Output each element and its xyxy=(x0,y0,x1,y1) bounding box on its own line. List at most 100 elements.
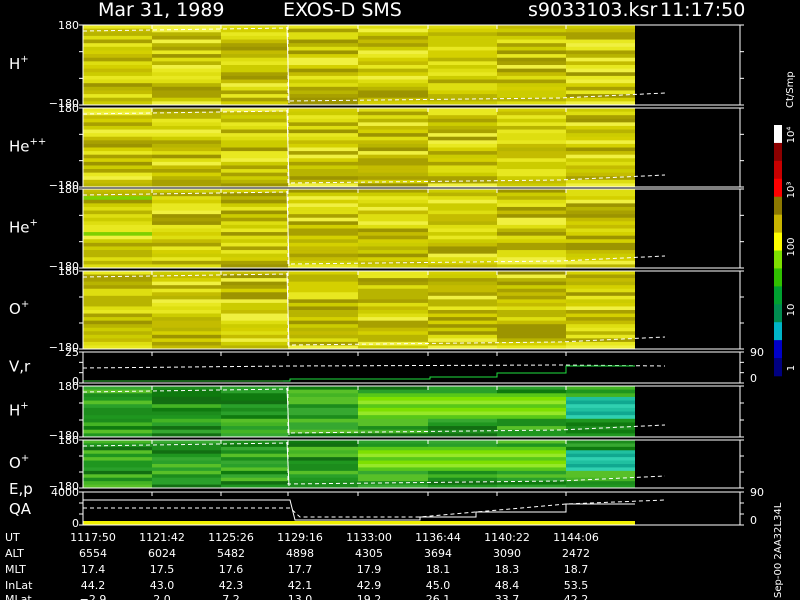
heatmap-cell xyxy=(83,285,152,290)
heatmap-cell xyxy=(497,396,566,401)
colorbar-swatch xyxy=(774,196,782,215)
heatmap-cell xyxy=(288,68,358,73)
heatmap-cell xyxy=(83,386,152,391)
heatmap-cell xyxy=(83,125,152,130)
heatmap-cell xyxy=(428,415,497,420)
heatmap-cell xyxy=(83,169,152,174)
heatmap-cell xyxy=(497,281,566,286)
heatmap-cell xyxy=(221,313,288,318)
heatmap-cell xyxy=(288,460,358,465)
heatmap-cell xyxy=(288,199,358,204)
colorbar: 1 10 100 10³ 10⁴ xyxy=(774,125,797,377)
heatmap-cell xyxy=(428,122,497,127)
heatmap-cell xyxy=(566,35,635,40)
heatmap-cell xyxy=(221,140,288,145)
heatmap-cell xyxy=(497,407,566,412)
heatmap-cell xyxy=(83,189,152,193)
heatmap-cell xyxy=(83,426,152,431)
heatmap-cell xyxy=(288,407,358,412)
heatmap-cell xyxy=(83,404,152,409)
heatmap-cell xyxy=(358,396,428,401)
heatmap-cell xyxy=(428,86,497,91)
heatmap-cell xyxy=(497,310,566,314)
heatmap-cell xyxy=(566,189,635,193)
heatmap-cell xyxy=(497,292,566,297)
heatmap-cell xyxy=(152,341,221,346)
heatmap-cell xyxy=(288,232,358,237)
heatmap-cell xyxy=(83,299,152,304)
heatmap-cell xyxy=(221,228,288,233)
heatmap-cell xyxy=(83,460,152,465)
heatmap-cell xyxy=(221,61,288,66)
heatmap-cell xyxy=(83,179,152,184)
heatmap-cell xyxy=(358,28,428,33)
y-top-label: 180 xyxy=(58,19,79,32)
heatmap-cell xyxy=(497,393,566,398)
heatmap-cell xyxy=(83,129,152,134)
heatmap-cell xyxy=(497,129,566,134)
heatmap-cell xyxy=(83,83,152,88)
heatmap-cell xyxy=(152,90,221,95)
heatmap-cell xyxy=(288,341,358,346)
heatmap-cell xyxy=(83,313,152,318)
heatmap-cell xyxy=(288,122,358,127)
heatmap-cell xyxy=(288,288,358,293)
heatmap-cell xyxy=(288,158,358,163)
heatmap-cell xyxy=(497,83,566,88)
heatmap-cell xyxy=(152,331,221,336)
heatmap-cell xyxy=(221,429,288,434)
heatmap-cell xyxy=(288,111,358,116)
heatmap-cell xyxy=(428,327,497,332)
heatmap-cell xyxy=(288,46,358,51)
heatmap-cell xyxy=(83,214,152,219)
heatmap-cell xyxy=(428,39,497,44)
heatmap-cell xyxy=(288,422,358,427)
heatmap-cell xyxy=(221,422,288,427)
colorbar-swatch xyxy=(774,322,782,341)
heatmap-cell xyxy=(152,464,221,468)
heatmap-cell xyxy=(497,203,566,208)
heatmap-cell xyxy=(497,118,566,123)
heatmap-cell xyxy=(566,25,635,30)
heatmap-cell xyxy=(428,313,497,318)
colorbar-tick-label: 1 xyxy=(786,365,797,371)
heatmap-cell xyxy=(497,285,566,290)
heatmap-cell xyxy=(221,32,288,37)
panel-label: H+ xyxy=(9,401,29,420)
heatmap-cell xyxy=(288,386,358,391)
heatmap-cell xyxy=(428,189,497,193)
table-cell: 42.9 xyxy=(357,579,382,592)
heatmap-cell xyxy=(428,192,497,197)
heatmap-cell xyxy=(152,450,221,455)
header-time: 11:17:50 xyxy=(660,0,745,21)
heatmap-cell xyxy=(428,324,497,329)
heatmap-cell xyxy=(497,165,566,170)
heatmap-cell xyxy=(83,158,152,163)
heatmap-cell xyxy=(221,75,288,80)
table-cell: 13.0 xyxy=(288,593,313,600)
heatmap-cell xyxy=(288,108,358,112)
heatmap-cell xyxy=(152,50,221,55)
heatmap-cell xyxy=(288,25,358,30)
heatmap-cell xyxy=(83,317,152,322)
heatmap-cell xyxy=(428,464,497,468)
heatmap-cell xyxy=(428,79,497,84)
heatmap-cell xyxy=(358,313,428,318)
heatmap-cell xyxy=(497,140,566,145)
heatmap-cell xyxy=(358,443,428,448)
heatmap-cell xyxy=(221,115,288,120)
heatmap-cell xyxy=(83,411,152,416)
heatmap-cell xyxy=(497,50,566,55)
heatmap-cell xyxy=(83,199,152,204)
table-cell: 1133:00 xyxy=(346,531,392,544)
heatmap-cell xyxy=(288,320,358,325)
heatmap-cell xyxy=(358,331,428,336)
heatmap-cell xyxy=(152,281,221,286)
heatmap-cell xyxy=(83,61,152,66)
heatmap-cell xyxy=(83,43,152,48)
heatmap-cell xyxy=(566,75,635,80)
heatmap-cell xyxy=(358,453,428,458)
heatmap-cell xyxy=(288,302,358,307)
colorbar-swatch xyxy=(774,125,782,144)
heatmap-cell xyxy=(221,446,288,451)
